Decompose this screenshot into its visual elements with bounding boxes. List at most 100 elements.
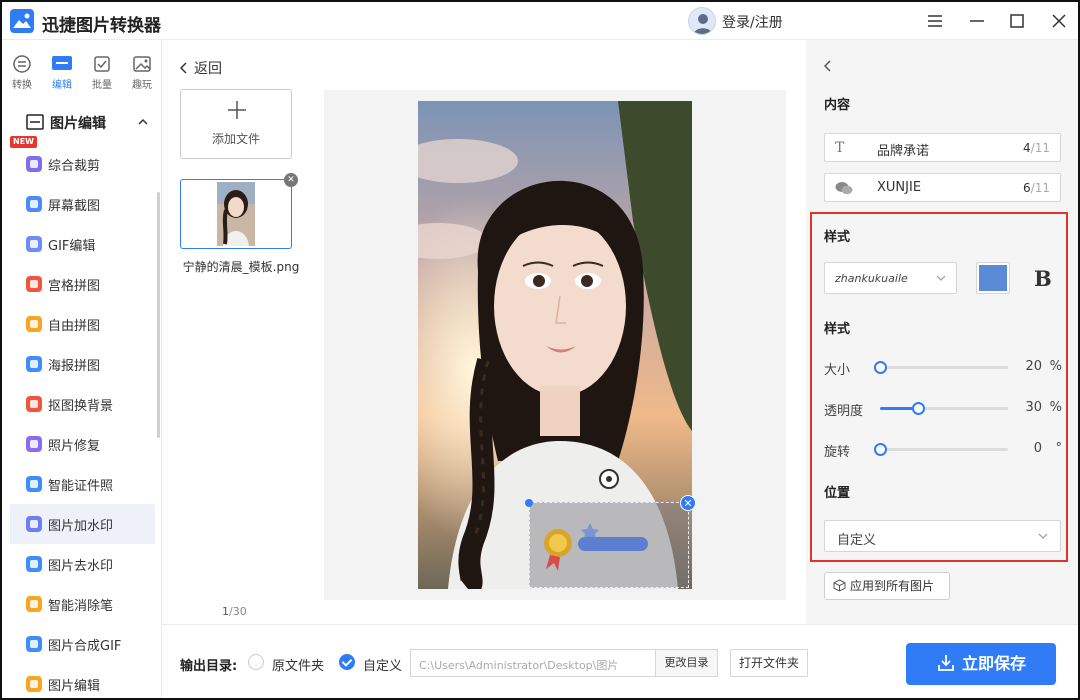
- tab-batch[interactable]: 批量: [82, 48, 122, 98]
- sidebar-item-label: 屏幕截图: [48, 199, 101, 214]
- text-type-icon: T: [835, 140, 845, 156]
- radio-custom-folder[interactable]: [339, 654, 355, 670]
- opacity-slider-track[interactable]: [880, 402, 1008, 415]
- size-value: 20: [1025, 359, 1042, 374]
- apply-to-all-button[interactable]: 应用到所有图片: [824, 572, 950, 600]
- app-title: 迅捷图片转换器: [42, 16, 161, 36]
- output-dir-label: 输出目录:: [180, 659, 238, 674]
- sidebar-item[interactable]: 图片去水印: [10, 544, 155, 584]
- content-heading: 内容: [824, 98, 851, 113]
- watermark-delete-icon[interactable]: ✕: [680, 495, 696, 511]
- size-unit: %: [1049, 359, 1062, 374]
- watermark-selection-box[interactable]: [529, 502, 689, 588]
- sidebar-item-icon: [26, 396, 42, 412]
- sidebar-item-icon: [26, 236, 42, 252]
- output-path-input[interactable]: C:\Users\Administrator\Desktop\图片: [410, 649, 656, 677]
- section-header-image-edit[interactable]: 图片编辑: [10, 110, 155, 134]
- text-field-1-counter: 4/11: [1023, 141, 1050, 155]
- login-link[interactable]: 登录/注册: [722, 12, 783, 32]
- add-file-label: 添加文件: [211, 132, 260, 146]
- sidebar-item[interactable]: 智能消除笔: [10, 584, 155, 624]
- sidebar-item[interactable]: 自由拼图: [10, 304, 155, 344]
- tab-batch-label: 批量: [92, 80, 112, 91]
- sidebar-item[interactable]: 照片修复: [10, 424, 155, 464]
- watermark-resize-handle[interactable]: [525, 499, 533, 507]
- position-select-value: 自定义: [837, 533, 877, 548]
- rotation-slider-track[interactable]: [874, 443, 1008, 456]
- sidebar-item-label: 图片去水印: [48, 559, 114, 574]
- sidebar-item[interactable]: 图片合成GIF: [10, 624, 155, 664]
- watermark-text-field-2[interactable]: XUNJIE 6/11: [824, 173, 1061, 202]
- position-heading: 位置: [824, 486, 851, 501]
- opacity-unit: %: [1049, 400, 1062, 415]
- color-swatch-fill: [979, 265, 1007, 291]
- settings-panel: 内容 T 品牌承诺 4/11 XUNJIE 6/11 样式 zhankukuai…: [806, 40, 1078, 624]
- left-sidebar: 转换 编辑 批量 趣玩 图片编辑 NEW 综合裁剪屏幕截图 GIF编辑 宫格拼图自由拼…: [2, 40, 162, 698]
- app-window: 迅捷图片转换器 登录/注册 转换 编辑 批量 趣玩 图片编辑 NEW 综合裁剪 …: [2, 2, 1078, 698]
- tab-convert[interactable]: 转换: [2, 48, 42, 98]
- image-thumbnail[interactable]: [180, 179, 292, 249]
- opacity-slider[interactable]: 透明度 30 %: [824, 398, 1062, 419]
- collapse-panel-icon[interactable]: [823, 60, 832, 76]
- opacity-value: 30: [1025, 400, 1042, 415]
- custom-folder-label[interactable]: 自定义: [363, 655, 402, 674]
- sidebar-item-icon: [26, 636, 42, 652]
- sidebar-item[interactable]: 智能证件照: [10, 464, 155, 504]
- position-select[interactable]: 自定义: [824, 520, 1061, 552]
- style-heading-2: 样式: [824, 322, 851, 337]
- edit-icon: [52, 56, 72, 70]
- open-folder-button[interactable]: 打开文件夹: [730, 649, 808, 677]
- sidebar-item-icon: [26, 436, 42, 452]
- save-now-button[interactable]: 立即保存: [906, 643, 1056, 685]
- batch-icon: [94, 56, 110, 72]
- size-slider-knob[interactable]: [874, 361, 887, 374]
- size-slider[interactable]: 大小 20 %: [824, 357, 1062, 378]
- rotate-handle-icon[interactable]: [599, 469, 619, 489]
- minimize-icon[interactable]: [966, 10, 988, 32]
- sidebar-item[interactable]: 图片加水印: [10, 504, 155, 544]
- sidebar-item[interactable]: 屏幕截图: [10, 184, 155, 224]
- maximize-icon[interactable]: [1006, 10, 1028, 32]
- sidebar-scrollbar[interactable]: [157, 192, 160, 438]
- back-button[interactable]: 返回: [179, 58, 222, 78]
- back-label: 返回: [194, 61, 222, 77]
- bottom-bar: 输出目录: 原文件夹 自定义 C:\Users\Administrator\De…: [162, 624, 1078, 698]
- sidebar-item[interactable]: 图片编辑: [10, 664, 155, 698]
- page-total: /30: [229, 605, 247, 618]
- rotation-unit: °: [1055, 441, 1063, 456]
- bold-toggle-button[interactable]: B: [1034, 266, 1052, 291]
- remove-thumbnail-icon[interactable]: ✕: [284, 173, 298, 187]
- text-field-2-value: XUNJIE: [877, 180, 922, 195]
- change-dir-button[interactable]: 更改目录: [656, 649, 718, 677]
- user-avatar-icon[interactable]: [688, 7, 716, 35]
- menu-icon[interactable]: [924, 10, 946, 32]
- sidebar-item[interactable]: 宫格拼图: [10, 264, 155, 304]
- close-icon[interactable]: [1048, 10, 1070, 32]
- color-picker[interactable]: [976, 262, 1010, 294]
- style-heading: 样式: [824, 230, 851, 245]
- original-folder-label[interactable]: 原文件夹: [272, 655, 324, 674]
- title-bar: 迅捷图片转换器 登录/注册: [2, 2, 1078, 40]
- save-now-label: 立即保存: [961, 654, 1026, 673]
- tab-edit[interactable]: 编辑: [42, 48, 82, 98]
- watermark-text-field-1[interactable]: T 品牌承诺 4/11: [824, 133, 1061, 162]
- rotation-slider-knob[interactable]: [874, 443, 887, 456]
- cube-icon: [833, 579, 846, 592]
- sidebar-item[interactable]: 海报拼图: [10, 344, 155, 384]
- page-counter: 1/30: [222, 605, 247, 618]
- tab-fun[interactable]: 趣玩: [122, 48, 162, 98]
- thumbnail-image: [217, 182, 255, 246]
- radio-original-folder[interactable]: [248, 654, 264, 670]
- sidebar-item[interactable]: GIF编辑: [10, 224, 155, 264]
- add-file-button[interactable]: 添加文件: [180, 89, 292, 159]
- sidebar-item-icon: [26, 276, 42, 292]
- rotation-slider[interactable]: 旋转 0 °: [824, 439, 1063, 460]
- page-current: 1: [222, 605, 229, 618]
- text-field-1-value: 品牌承诺: [877, 144, 930, 159]
- opacity-slider-knob[interactable]: [912, 402, 926, 415]
- size-slider-track[interactable]: [874, 361, 1008, 374]
- font-select[interactable]: zhankukuaile: [824, 262, 957, 294]
- sidebar-item-label: 自由拼图: [48, 319, 101, 334]
- sidebar-item[interactable]: 抠图换背景: [10, 384, 155, 424]
- sidebar-item[interactable]: NEW 综合裁剪: [10, 136, 155, 184]
